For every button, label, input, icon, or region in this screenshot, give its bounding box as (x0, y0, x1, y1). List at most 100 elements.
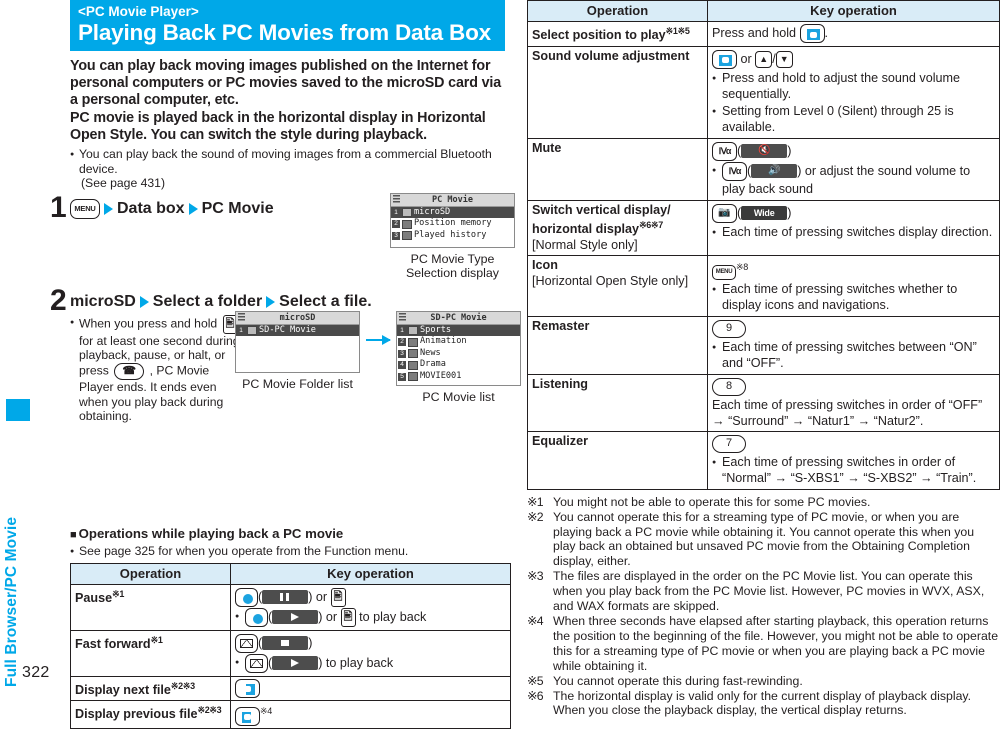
step-1-number: 1 (50, 190, 67, 224)
step-2-part-1: microSD (70, 292, 136, 310)
i-alpha-key-icon: Ⅳα (722, 161, 747, 181)
volume-up-key-icon: ▲ (755, 50, 773, 68)
play-soft-icon (272, 656, 319, 671)
table-row: Mute Ⅳα() Ⅳα() or adjust the sound volum… (527, 137, 1000, 201)
flow-arrow (366, 311, 391, 345)
cell-key-operation: Ⅳα() Ⅳα() or adjust the sound volume to … (707, 137, 1000, 201)
mail-key-icon (245, 653, 268, 673)
folder-list-group: microSD 1 SD-PC Movie PC Movie Folder lis… (235, 310, 360, 392)
list-item[interactable]: 3 Played history (391, 230, 514, 242)
cell-operation: Select position to play※1※5 (527, 21, 708, 47)
screen-titlebar: PC Movie (391, 193, 514, 207)
operation-subnote: [Horizontal Open Style only] (532, 273, 689, 288)
page-number: 322 (22, 664, 50, 681)
list-item[interactable]: 4 Drama (397, 359, 520, 371)
key-line: () (235, 633, 506, 653)
arrow-icon (188, 202, 198, 215)
wide-soft-label: Wide (741, 206, 788, 221)
enter-key-icon (245, 607, 268, 627)
screen-title: PC Movie (432, 194, 473, 205)
key-line: 7 (712, 434, 995, 453)
side-tab-swatch (6, 399, 30, 421)
step-2-part-2: Select a folder (152, 292, 263, 310)
list-item[interactable]: 3 News (397, 348, 520, 360)
footnote-text: The files are displayed in the order on … (553, 569, 985, 614)
cell-operation: Remaster (527, 315, 708, 375)
numeric-key-9-icon: 9 (712, 319, 746, 338)
table-row: Icon [Horizontal Open Style only] MENU ※8… (527, 255, 1000, 317)
step-2-number: 2 (50, 283, 67, 317)
lead-paragraph-1: You can play back moving images publishe… (70, 58, 502, 109)
footnote: ※2 You cannot operate this for a streami… (527, 510, 999, 570)
col-header-key-operation: Key operation (707, 0, 1000, 22)
key-line-bullet: () or to play back (235, 607, 506, 627)
key-line: 9 (712, 319, 995, 338)
left-column: <PC Movie Player> Playing Back PC Movies… (50, 0, 521, 729)
operations-heading: Operations while playing back a PC movie (70, 526, 515, 543)
banner-title: Playing Back PC Movies from Data Box (78, 20, 491, 45)
menu-key-icon: MENU (712, 264, 736, 280)
footnote-text: The horizontal display is valid only for… (553, 688, 972, 718)
arrow-icon (266, 295, 276, 308)
movie-list-caption: PC Movie list (422, 389, 495, 404)
fast-forward-soft-icon (262, 636, 309, 651)
cell-operation: Mute (527, 137, 708, 201)
list-item[interactable]: 5 MOVIE001 (397, 371, 520, 383)
cell-key-operation: Press and hold . (707, 21, 1000, 47)
operations-table-right: Operation Key operation Select position … (527, 0, 1000, 490)
folder-list-caption: PC Movie Folder list (242, 376, 353, 391)
cell-operation: Equalizer (527, 430, 708, 490)
signal-icon (399, 312, 406, 322)
step-1-part-2: PC Movie (201, 199, 274, 217)
step-2-screen-group: microSD 1 SD-PC Movie PC Movie Folder lis… (235, 310, 521, 405)
table-row: Switch vertical display/ horizontal disp… (527, 199, 1000, 257)
screen-titlebar: microSD (236, 311, 359, 325)
numeric-key-8-icon: 8 (712, 377, 746, 396)
cell-operation: Pause※1 (70, 583, 231, 631)
enter-key-icon (235, 587, 258, 607)
side-tab-label: Full Browser/PC Movie (3, 516, 20, 687)
cell-operation: Sound volume adjustment (527, 45, 708, 139)
table-row: Sound volume adjustment or ▲/▼ Press and… (527, 45, 1000, 139)
bullet-text: Each time of pressing switches between “… (712, 339, 995, 371)
col-header-operation: Operation (527, 0, 708, 22)
speaker-soft-icon (751, 164, 798, 179)
table-row: Listening 8 Each time of pressing switch… (527, 373, 1000, 432)
pc-movie-list-screen: SD-PC Movie 1 Sports 2 Animation 3 News 4 Dr… (396, 310, 521, 386)
footnote: ※6 The horizontal display is valid only … (527, 689, 999, 719)
step-2-part-3: Select a file. (279, 292, 372, 310)
cell-key-operation: or ▲/▼ Press and hold to adjust the soun… (707, 45, 1000, 139)
cell-operation: Icon [Horizontal Open Style only] (527, 255, 708, 317)
cell-operation: Switch vertical display/ horizontal disp… (527, 199, 708, 257)
step-2-note-l1: When you press and hold (79, 316, 218, 331)
play-soft-icon (272, 610, 319, 625)
screen-list: 1 Sports 2 Animation 3 News 4 Drama 5 MOVIE00… (397, 324, 520, 383)
bullet-text: Each time of pressing switches display d… (712, 224, 995, 241)
list-item[interactable]: 1 microSD (391, 206, 514, 219)
arrow-icon (104, 202, 113, 215)
cell-key-operation: 9 Each time of pressing switches between… (707, 315, 1000, 375)
screen-titlebar: SD-PC Movie (397, 311, 520, 325)
cell-operation: Fast forward※1 (70, 629, 231, 677)
navigation-key-icon (712, 49, 737, 69)
section-banner: <PC Movie Player> Playing Back PC Movies… (70, 0, 505, 51)
screen-list: 1 SD-PC Movie (236, 324, 359, 337)
cell-key-operation: ※4 (230, 700, 511, 729)
list-item[interactable]: 2 Animation (397, 336, 520, 348)
movie-list-group: SD-PC Movie 1 Sports 2 Animation 3 News 4 Dr… (396, 310, 521, 405)
cell-key-operation (230, 675, 511, 702)
table-row: Display next file※2※3 (70, 675, 511, 702)
volume-down-key-icon: ▼ (775, 50, 793, 68)
list-item[interactable]: 1 Sports (397, 324, 520, 337)
operation-subnote: [Normal Style only] (532, 237, 638, 252)
operations-note: See page 325 for when you operate from t… (70, 544, 515, 559)
footnote-mark: ※6 (527, 688, 544, 703)
list-item[interactable]: 2 Position memory (391, 218, 514, 230)
lead-bullet: You can play back the sound of moving im… (70, 147, 517, 191)
end-key-icon (114, 362, 145, 380)
screen-list: 1 microSD 2 Position memory 3 Played histor… (391, 206, 514, 242)
cell-key-operation: () or () or to play back (230, 583, 511, 631)
table-row: Select position to play※1※5 Press and ho… (527, 21, 1000, 47)
footnote: ※5 You cannot operate this during fast-r… (527, 674, 999, 689)
list-item[interactable]: 1 SD-PC Movie (236, 324, 359, 337)
